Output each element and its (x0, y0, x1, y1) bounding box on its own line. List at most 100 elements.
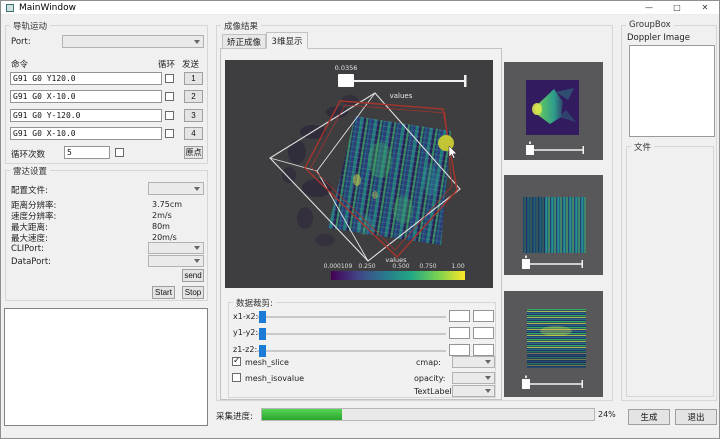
preview-slider[interactable] (526, 142, 584, 156)
port-select[interactable] (62, 35, 204, 48)
mesh-isovalue-checkbox[interactable] (232, 373, 241, 382)
3d-viewer[interactable]: 0.0356 values values 0.000109 0.250 0.50… (225, 60, 493, 288)
command-loop-checkbox-2[interactable] (165, 92, 174, 101)
send-header: 发送 (182, 58, 199, 70)
preview-range-image (504, 62, 603, 160)
crop-z-slider[interactable] (257, 350, 446, 352)
mesh-isovalue-label: mesh_isovalue (245, 374, 304, 383)
config-file-select[interactable] (148, 182, 204, 195)
minimize-icon[interactable]: — (635, 1, 663, 15)
config-file-label: 配置文件: (11, 184, 48, 196)
threshold-slider-handle[interactable] (338, 74, 354, 87)
data-port-select[interactable] (148, 255, 204, 267)
radar-settings-group-title: 雷达设置 (10, 165, 50, 177)
command-input-1[interactable] (10, 72, 162, 85)
send-command-button-4[interactable]: 4 (184, 127, 203, 140)
exit-button[interactable]: 退出 (675, 409, 717, 425)
cli-port-select[interactable] (148, 242, 204, 254)
doppler-groupbox-title: GroupBox (626, 20, 674, 30)
generate-button[interactable]: 生成 (628, 409, 670, 425)
port-label: Port: (11, 37, 31, 47)
crop-y-slider[interactable] (257, 333, 446, 335)
range-resolution-value: 3.75cm (152, 200, 182, 209)
max-velocity-value: 20m/s (152, 233, 177, 242)
crop-z-max-input[interactable] (473, 344, 494, 356)
crop-x-max-input[interactable] (473, 310, 494, 322)
opacity-select[interactable] (452, 372, 495, 384)
command-loop-checkbox-1[interactable] (165, 74, 174, 83)
window-title: MainWindow (19, 3, 76, 13)
loop-count-input[interactable] (64, 146, 110, 159)
command-label: 命令 (11, 58, 28, 70)
doppler-groupbox: GroupBox Doppler Image 文件 (621, 25, 717, 401)
3d-scene: 0.0356 values values 0.000109 0.250 0.50… (225, 60, 493, 288)
tab-page-3d: 0.0356 values values 0.000109 0.250 0.50… (220, 48, 502, 400)
mesh-slice-checkbox[interactable] (232, 357, 241, 366)
loop-count-label: 循环次数 (11, 148, 45, 160)
velocity-resolution-value: 2m/s (152, 211, 172, 220)
close-icon[interactable]: ✕ (691, 1, 719, 15)
preview-horizontal-stripes-view[interactable] (504, 291, 603, 397)
data-crop-group: 数据裁剪: x1-x2: y1-y2: z1-z2: mesh_slice c (228, 302, 496, 398)
data-port-label: DataPort: (11, 257, 51, 267)
crop-y-min-input[interactable] (449, 327, 470, 339)
colorbar-tick-3: 0.750 (419, 263, 436, 270)
progress-percent: 24% (598, 410, 616, 419)
acquisition-progress-bar (261, 408, 595, 421)
command-input-4[interactable] (10, 127, 162, 140)
maximize-icon[interactable]: □ (663, 1, 691, 15)
command-loop-checkbox-4[interactable] (165, 129, 174, 138)
rail-motion-group: 导轨运动 Port: 命令 循环 发送 1 2 3 4 循环次数 原点 (5, 25, 208, 164)
preview-slider-handle[interactable] (522, 379, 530, 389)
command-loop-checkbox-3[interactable] (165, 111, 174, 120)
data-crop-group-title: 数据裁剪: (233, 297, 276, 309)
max-range-value: 80m (152, 222, 170, 231)
crop-x-label: x1-x2: (233, 312, 258, 321)
chevron-down-icon (485, 376, 491, 380)
loop-all-checkbox[interactable] (115, 148, 124, 157)
crop-y-max-input[interactable] (473, 327, 494, 339)
cli-port-label: CLIPort: (11, 244, 44, 254)
window-controls: — □ ✕ (635, 1, 719, 15)
colorbar-tick-2: 0.500 (392, 263, 409, 270)
preview-vertical-stripes-view[interactable] (504, 175, 603, 275)
command-input-2[interactable] (10, 90, 162, 103)
progress-label: 采集进度: (216, 410, 253, 422)
rail-motion-group-title: 导轨运动 (10, 20, 50, 32)
chevron-down-icon (485, 360, 491, 364)
preview-slider-handle[interactable] (522, 259, 530, 269)
origin-button[interactable]: 原点 (184, 146, 203, 159)
log-textarea[interactable] (4, 308, 208, 426)
tab-3d-display[interactable]: 3维显示 (266, 32, 308, 49)
start-button[interactable]: Start (152, 286, 175, 299)
send-command-button-3[interactable]: 3 (184, 109, 203, 122)
crop-x-slider[interactable] (257, 316, 446, 318)
preview-slider[interactable] (522, 256, 583, 270)
doppler-image-label: Doppler Image (627, 33, 690, 43)
tab-corrected-imaging[interactable]: 矫正成像 (222, 34, 266, 49)
crop-y-slider-handle[interactable] (259, 328, 266, 340)
colorbar-tick-4: 1.00 (451, 263, 465, 270)
cmap-select[interactable] (452, 356, 495, 368)
crop-x-min-input[interactable] (449, 310, 470, 322)
crop-z-slider-handle[interactable] (259, 345, 266, 357)
send-button[interactable]: send (182, 269, 204, 282)
crop-y-label: y1-y2: (233, 328, 258, 337)
imaging-results-group-title: 成像结果 (221, 20, 261, 32)
stop-button[interactable]: Stop (182, 286, 204, 299)
crop-z-min-input[interactable] (449, 344, 470, 356)
cmap-label: cmap: (416, 358, 441, 367)
preview-slider-handle[interactable] (526, 145, 534, 155)
chevron-down-icon (194, 40, 200, 44)
crop-x-slider-handle[interactable] (259, 311, 266, 323)
loop-header: 循环 (158, 58, 175, 70)
preview-range-view[interactable] (504, 62, 603, 160)
preview-slider[interactable] (522, 376, 583, 390)
scalar-bar-top-label: values (390, 92, 413, 100)
doppler-image-placeholder (629, 45, 715, 137)
command-input-3[interactable] (10, 109, 162, 122)
file-group-title: 文件 (631, 141, 654, 153)
send-command-button-2[interactable]: 2 (184, 90, 203, 103)
textlabel-select[interactable] (452, 385, 495, 397)
send-command-button-1[interactable]: 1 (184, 72, 203, 85)
